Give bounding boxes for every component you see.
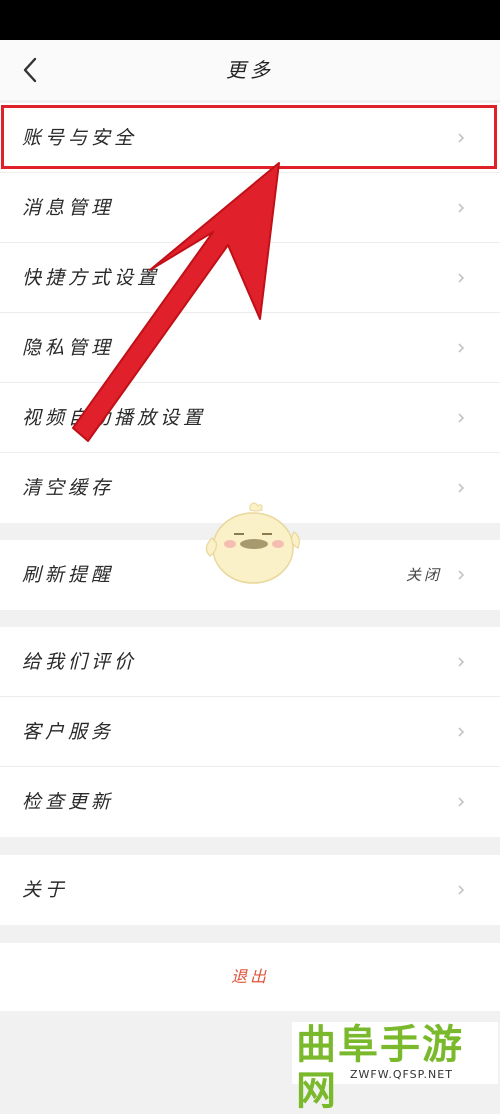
refresh-reminder-item[interactable]: 刷新提醒 关闭: [0, 540, 500, 610]
chevron-right-icon: [458, 885, 465, 895]
chevron-right-icon: [458, 413, 465, 423]
chevron-right-icon: [458, 203, 465, 213]
chevron-right-icon: [458, 797, 465, 807]
chevron-right-icon: [458, 483, 465, 493]
row-label: 检查更新: [22, 791, 115, 813]
row-label: 消息管理: [22, 197, 115, 219]
row-label: 视频自动播放设置: [22, 407, 207, 429]
logout-section: 退出: [0, 943, 500, 1011]
shortcut-settings-item[interactable]: 快捷方式设置: [0, 243, 500, 313]
row-label: 关于: [22, 879, 69, 901]
site-watermark: 曲阜手游网 ZWFW.QFSP.NET: [292, 1022, 498, 1114]
account-security-item[interactable]: 账号与安全: [0, 103, 500, 173]
chevron-right-icon: [458, 273, 465, 283]
row-label: 给我们评价: [22, 651, 138, 673]
back-button[interactable]: [10, 50, 50, 90]
row-label: 账号与安全: [22, 127, 138, 149]
row-label: 快捷方式设置: [22, 267, 161, 289]
status-bar: [0, 0, 500, 40]
watermark-url: ZWFW.QFSP.NET: [350, 1068, 453, 1081]
clear-cache-item[interactable]: 清空缓存: [0, 453, 500, 523]
row-label: 隐私管理: [22, 337, 115, 359]
customer-service-item[interactable]: 客户服务: [0, 697, 500, 767]
row-value: 关闭: [405, 566, 442, 584]
chevron-left-icon: [23, 57, 37, 83]
row-label: 客户服务: [22, 721, 115, 743]
logout-button[interactable]: 退出: [0, 943, 500, 1011]
check-update-item[interactable]: 检查更新: [0, 767, 500, 837]
about-item[interactable]: 关于: [0, 855, 500, 925]
message-management-item[interactable]: 消息管理: [0, 173, 500, 243]
nav-bar: 更多: [0, 40, 500, 100]
settings-group-general: 账号与安全 消息管理 快捷方式设置 隐私管理 视频自动播放设置 清空缓存: [0, 103, 500, 523]
chevron-right-icon: [458, 343, 465, 353]
chevron-right-icon: [458, 570, 465, 580]
row-label: 刷新提醒: [22, 564, 115, 586]
settings-group-support: 给我们评价 客户服务 检查更新: [0, 627, 500, 837]
chevron-right-icon: [458, 657, 465, 667]
rate-us-item[interactable]: 给我们评价: [0, 627, 500, 697]
privacy-management-item[interactable]: 隐私管理: [0, 313, 500, 383]
settings-group-refresh: 刷新提醒 关闭: [0, 540, 500, 610]
video-autoplay-settings-item[interactable]: 视频自动播放设置: [0, 383, 500, 453]
chevron-right-icon: [458, 727, 465, 737]
row-label: 清空缓存: [22, 477, 115, 499]
settings-group-about: 关于: [0, 855, 500, 925]
page-title: 更多: [226, 58, 274, 82]
chevron-right-icon: [458, 133, 465, 143]
